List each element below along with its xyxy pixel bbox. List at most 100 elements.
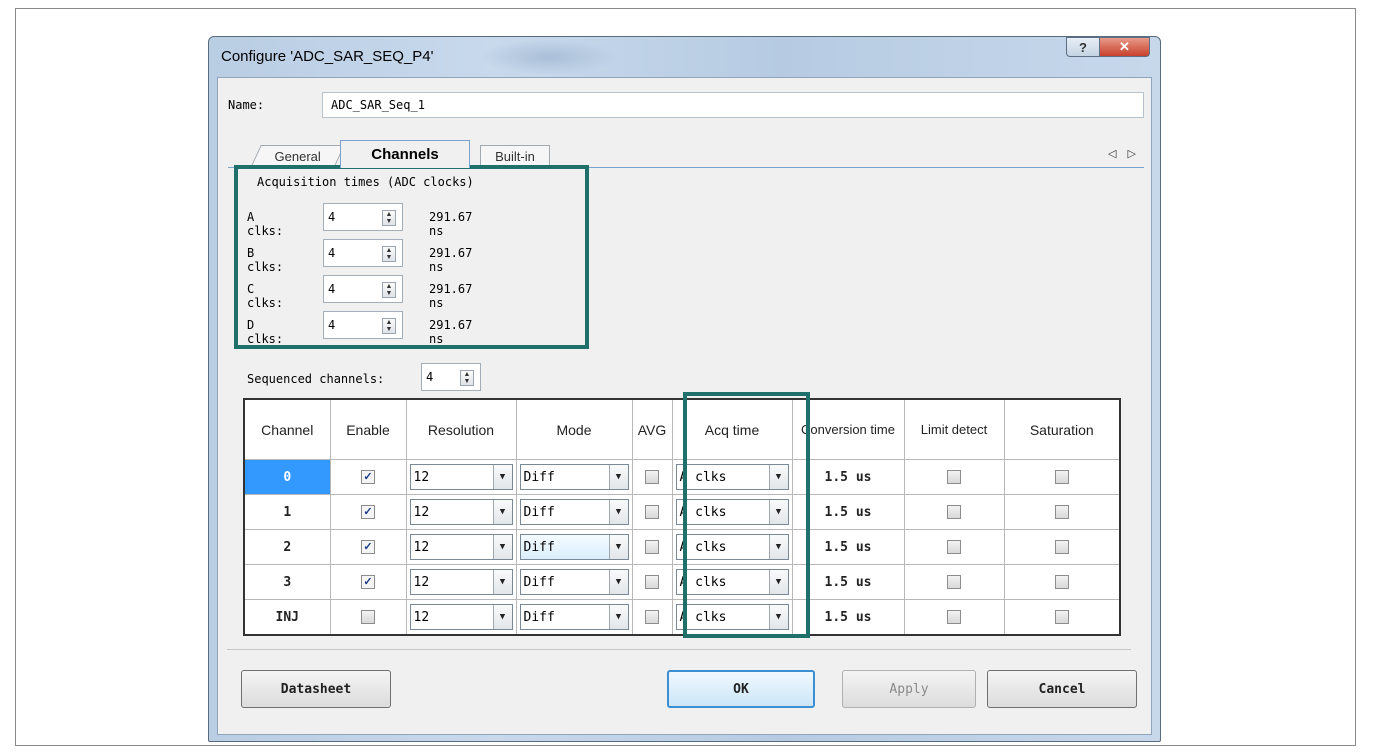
apply-button[interactable]: Apply bbox=[842, 670, 976, 708]
dropdown-arrow-icon[interactable]: ▼ bbox=[768, 570, 788, 594]
dropdown-arrow-icon[interactable]: ▼ bbox=[492, 605, 512, 629]
tab-built-in-label: Built-in bbox=[495, 148, 535, 164]
saturation-checkbox[interactable] bbox=[1054, 574, 1069, 589]
table-row[interactable]: INJ 12 ▼ Diff ▼ A clks ▼ 1.5 us bbox=[244, 599, 1121, 636]
col-header-avg[interactable]: AVG bbox=[632, 399, 673, 460]
mode-dropdown[interactable]: Diff ▼ bbox=[519, 604, 629, 630]
spinner-arrows-icon[interactable]: ▲ ▼ bbox=[382, 282, 396, 298]
dropdown-arrow-icon[interactable]: ▼ bbox=[492, 570, 512, 594]
ok-button[interactable]: OK bbox=[667, 670, 815, 708]
dropdown-arrow-icon[interactable]: ▼ bbox=[608, 535, 628, 559]
enable-checkbox[interactable] bbox=[361, 609, 375, 624]
enable-checkbox[interactable]: ✓ bbox=[361, 469, 375, 484]
col-header-channel[interactable]: Channel bbox=[244, 399, 331, 460]
spinner-arrows-icon[interactable]: ▲ ▼ bbox=[382, 246, 396, 262]
table-row[interactable]: 2 ✓ 12 ▼ Diff ▼ A clks ▼ 1.5 us bbox=[244, 529, 1121, 565]
col-header-enable[interactable]: Enable bbox=[330, 399, 407, 460]
close-button[interactable]: ✕ bbox=[1100, 37, 1150, 57]
tab-scroll-arrows-icon[interactable]: ◁ ▷ bbox=[1108, 147, 1140, 160]
acq-time-value: A clks bbox=[679, 539, 727, 555]
limit-detect-checkbox[interactable] bbox=[947, 609, 961, 624]
cancel-button[interactable]: Cancel bbox=[987, 670, 1137, 708]
saturation-checkbox[interactable] bbox=[1054, 539, 1069, 554]
acq-time-dropdown[interactable]: A clks ▼ bbox=[675, 499, 789, 525]
limit-detect-checkbox[interactable] bbox=[947, 504, 961, 519]
acq-time-dropdown[interactable]: A clks ▼ bbox=[675, 464, 789, 490]
dropdown-arrow-icon[interactable]: ▼ bbox=[768, 535, 788, 559]
avg-checkbox[interactable] bbox=[645, 469, 659, 484]
dropdown-arrow-icon[interactable]: ▼ bbox=[492, 535, 512, 559]
mode-value: Diff bbox=[523, 469, 555, 485]
dropdown-arrow-icon[interactable]: ▼ bbox=[608, 465, 628, 489]
clk-d-spinner[interactable]: 4 ▲ ▼ bbox=[323, 311, 403, 339]
dropdown-arrow-icon[interactable]: ▼ bbox=[492, 465, 512, 489]
mode-dropdown[interactable]: Diff ▼ bbox=[519, 464, 629, 490]
channel-cell[interactable]: 2 bbox=[244, 529, 331, 565]
resolution-dropdown[interactable]: 12 ▼ bbox=[409, 499, 513, 525]
datasheet-button[interactable]: Datasheet bbox=[241, 670, 391, 708]
enable-cell: ✓ bbox=[330, 494, 407, 530]
acq-time-dropdown[interactable]: A clks ▼ bbox=[675, 534, 789, 560]
tab-channels[interactable]: Channels bbox=[340, 140, 470, 168]
resolution-dropdown[interactable]: 12 ▼ bbox=[409, 464, 513, 490]
name-input[interactable]: ADC_SAR_Seq_1 bbox=[322, 92, 1144, 118]
col-header-resolution[interactable]: Resolution bbox=[406, 399, 517, 460]
mode-dropdown[interactable]: Diff ▼ bbox=[519, 569, 629, 595]
saturation-checkbox[interactable] bbox=[1054, 504, 1069, 519]
enable-checkbox[interactable]: ✓ bbox=[361, 539, 375, 554]
acq-time-dropdown[interactable]: A clks ▼ bbox=[675, 604, 789, 630]
enable-checkbox[interactable]: ✓ bbox=[361, 504, 375, 519]
col-header-conversion-time[interactable]: Conversion time bbox=[792, 399, 905, 460]
sequenced-channels-spinner[interactable]: 4 ▲ ▼ bbox=[421, 363, 481, 391]
tab-strip: General Channels Built-in ◁ ▷ bbox=[228, 139, 1144, 168]
avg-checkbox[interactable] bbox=[645, 539, 659, 554]
resolution-dropdown[interactable]: 12 ▼ bbox=[409, 604, 513, 630]
acq-time-dropdown[interactable]: A clks ▼ bbox=[675, 569, 789, 595]
configure-dialog: Configure 'ADC_SAR_SEQ_P4' ? ✕ Name: ADC… bbox=[208, 36, 1161, 742]
title-bar[interactable]: Configure 'ADC_SAR_SEQ_P4' ? ✕ bbox=[209, 37, 1160, 77]
clk-b-spinner[interactable]: 4 ▲ ▼ bbox=[323, 239, 403, 267]
acquisition-title: Acquisition times (ADC clocks) bbox=[257, 175, 474, 189]
limit-detect-checkbox[interactable] bbox=[947, 469, 961, 484]
spinner-arrows-icon[interactable]: ▲ ▼ bbox=[382, 210, 396, 226]
dropdown-arrow-icon[interactable]: ▼ bbox=[608, 570, 628, 594]
col-header-limit-detect[interactable]: Limit detect bbox=[904, 399, 1005, 460]
table-row[interactable]: 0 ✓ 12 ▼ Diff ▼ A clks ▼ 1.5 us bbox=[244, 459, 1121, 495]
dropdown-arrow-icon[interactable]: ▼ bbox=[608, 605, 628, 629]
tab-built-in[interactable]: Built-in bbox=[480, 145, 550, 166]
col-header-acq-time[interactable]: Acq time bbox=[672, 399, 793, 460]
dropdown-arrow-icon[interactable]: ▼ bbox=[768, 465, 788, 489]
tab-general[interactable]: General bbox=[251, 145, 345, 166]
channel-cell[interactable]: 0 bbox=[244, 459, 331, 495]
resolution-dropdown[interactable]: 12 ▼ bbox=[409, 569, 513, 595]
dropdown-arrow-icon[interactable]: ▼ bbox=[492, 500, 512, 524]
avg-checkbox[interactable] bbox=[645, 504, 659, 519]
dropdown-arrow-icon[interactable]: ▼ bbox=[768, 605, 788, 629]
col-header-mode[interactable]: Mode bbox=[516, 399, 633, 460]
saturation-checkbox[interactable] bbox=[1054, 469, 1069, 484]
clk-label: D clks: bbox=[247, 318, 284, 346]
spinner-arrows-icon[interactable]: ▲ ▼ bbox=[460, 370, 474, 386]
limit-detect-checkbox[interactable] bbox=[947, 539, 961, 554]
clk-c-spinner[interactable]: 4 ▲ ▼ bbox=[323, 275, 403, 303]
channel-cell[interactable]: 3 bbox=[244, 564, 331, 600]
help-button[interactable]: ? bbox=[1066, 37, 1100, 57]
table-row[interactable]: 3 ✓ 12 ▼ Diff ▼ A clks ▼ 1.5 us bbox=[244, 564, 1121, 600]
avg-checkbox[interactable] bbox=[645, 609, 659, 624]
limit-detect-cell bbox=[904, 564, 1005, 600]
avg-checkbox[interactable] bbox=[645, 574, 659, 589]
table-row[interactable]: 1 ✓ 12 ▼ Diff ▼ A clks ▼ 1.5 us bbox=[244, 494, 1121, 530]
mode-dropdown[interactable]: Diff ▼ bbox=[519, 534, 629, 560]
clk-a-spinner[interactable]: 4 ▲ ▼ bbox=[323, 203, 403, 231]
enable-checkbox[interactable]: ✓ bbox=[361, 574, 375, 589]
limit-detect-checkbox[interactable] bbox=[947, 574, 961, 589]
dropdown-arrow-icon[interactable]: ▼ bbox=[608, 500, 628, 524]
dropdown-arrow-icon[interactable]: ▼ bbox=[768, 500, 788, 524]
spinner-arrows-icon[interactable]: ▲ ▼ bbox=[382, 318, 396, 334]
resolution-dropdown[interactable]: 12 ▼ bbox=[409, 534, 513, 560]
saturation-checkbox[interactable] bbox=[1054, 609, 1069, 624]
mode-dropdown[interactable]: Diff ▼ bbox=[519, 499, 629, 525]
col-header-saturation[interactable]: Saturation bbox=[1004, 399, 1121, 460]
channel-cell[interactable]: 1 bbox=[244, 494, 331, 530]
channel-cell[interactable]: INJ bbox=[244, 599, 331, 636]
